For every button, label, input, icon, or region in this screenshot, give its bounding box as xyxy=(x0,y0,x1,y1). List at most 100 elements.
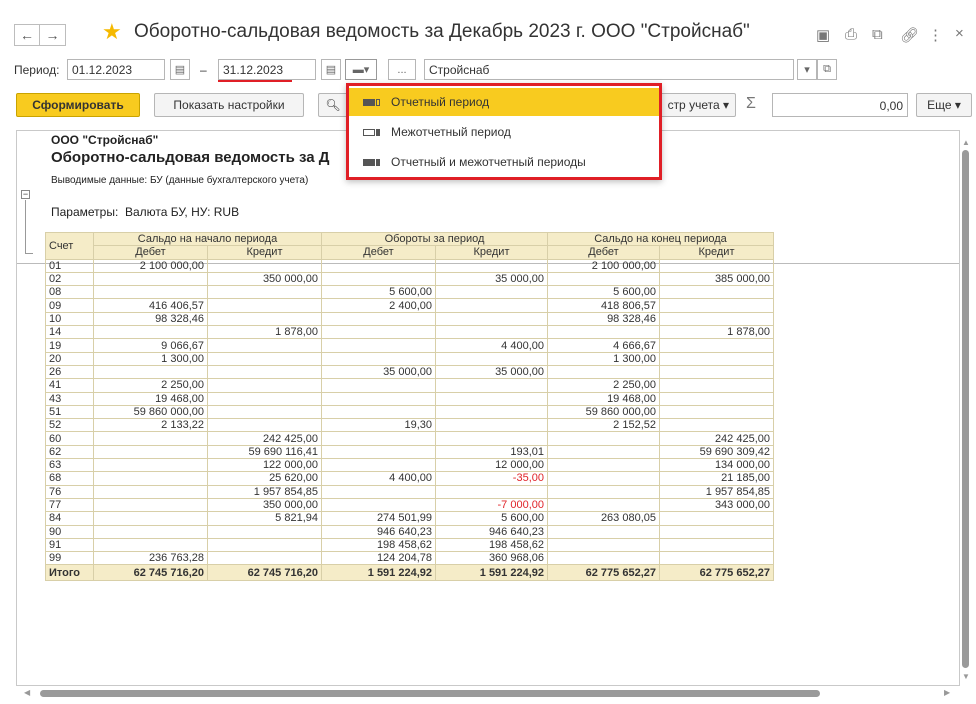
amount-cell xyxy=(207,351,322,366)
header-account: Счет xyxy=(45,232,94,260)
period-to-input[interactable]: 31.12.2023 xyxy=(218,59,316,80)
menu-item-interreporting-period[interactable]: Межотчетный период xyxy=(349,118,659,146)
link-icon[interactable]: 🔗︎ xyxy=(900,26,919,44)
organization-open-button[interactable]: ⧉ xyxy=(817,59,837,80)
more-label: Еще xyxy=(927,98,952,112)
amount-cell: 1 957 854,85 xyxy=(659,484,774,499)
amount-cell xyxy=(435,311,548,327)
generate-button[interactable]: Сформировать xyxy=(16,93,140,117)
scroll-down-icon[interactable]: ▼ xyxy=(962,672,970,681)
group-expander[interactable]: − xyxy=(21,190,30,199)
amount-cell xyxy=(659,551,774,566)
amount-cell xyxy=(93,431,208,446)
amount-cell xyxy=(659,378,774,393)
amount-cell xyxy=(659,524,774,539)
amount-cell xyxy=(547,431,660,446)
scroll-up-icon[interactable]: ▲ xyxy=(962,138,970,147)
amount-cell xyxy=(321,431,436,446)
table-row: 91 198 458,62 198 458,62 xyxy=(45,537,774,553)
show-settings-button[interactable]: Показать настройки xyxy=(154,93,304,117)
amount-cell xyxy=(207,311,322,327)
table-row: 90 946 640,23 946 640,23 xyxy=(45,524,774,539)
amount-cell: 2 250,00 xyxy=(547,378,660,393)
amount-cell: 416 406,57 xyxy=(93,298,208,313)
organization-dropdown-button[interactable]: ▾ xyxy=(797,59,817,80)
both-periods-icon xyxy=(363,158,381,166)
table-row: 76 1 957 854,85 1 957 854,85 xyxy=(45,484,774,499)
header-opening: Сальдо на начало периода xyxy=(93,231,322,247)
amount-cell: 350 000,00 xyxy=(207,497,322,513)
total-cell: 62 775 652,27 xyxy=(659,564,774,582)
report-output-info: Выводимые данные: БУ (данные бухгалтерск… xyxy=(51,175,309,186)
table-row: 41 2 250,00 2 250,00 xyxy=(45,378,774,393)
amount-cell: 35 000,00 xyxy=(321,364,436,380)
sum-value-field[interactable]: 0,00 xyxy=(772,93,908,117)
account-cell: 84 xyxy=(45,511,94,526)
period-select-button[interactable]: ... xyxy=(388,59,416,80)
search-icon: 🔍︎ xyxy=(325,98,341,112)
close-button[interactable]: × xyxy=(955,25,964,42)
chevron-down-icon: ▾ xyxy=(951,98,961,112)
account-cell: 20 xyxy=(45,351,94,366)
table-row: 08 5 600,00 5 600,00 xyxy=(45,285,774,300)
menu-dots-icon[interactable]: ⋮ xyxy=(928,26,943,44)
forward-button[interactable]: → xyxy=(40,24,66,46)
account-cell: 19 xyxy=(45,338,94,353)
menu-item-reporting-period[interactable]: Отчетный период xyxy=(349,88,659,116)
account-cell: 09 xyxy=(45,298,94,313)
amount-cell: 21 185,00 xyxy=(659,471,774,486)
account-cell: 02 xyxy=(45,271,94,287)
amount-cell: 198 458,62 xyxy=(321,537,436,553)
period-type-dropdown-button[interactable]: ▬▾ xyxy=(345,59,377,80)
save-icon[interactable]: ▣ xyxy=(816,26,830,44)
amount-cell xyxy=(659,298,774,313)
back-button[interactable]: ← xyxy=(14,24,40,46)
calendar-icon: ▤ xyxy=(325,64,337,76)
horizontal-scrollbar[interactable] xyxy=(40,690,820,697)
scroll-right-icon[interactable]: ▶ xyxy=(944,688,950,697)
amount-cell xyxy=(547,325,660,340)
amount-cell xyxy=(547,497,660,513)
amount-cell xyxy=(435,431,548,446)
scroll-left-icon[interactable]: ◀ xyxy=(24,688,30,697)
preview-icon[interactable]: ⧉ xyxy=(872,26,883,43)
favorite-star-icon[interactable]: ★ xyxy=(102,19,122,45)
amount-cell: 98 328,46 xyxy=(93,311,208,327)
amount-cell xyxy=(207,285,322,300)
amount-cell xyxy=(435,418,548,433)
more-button[interactable]: Еще ▾ xyxy=(916,93,972,117)
amount-cell: 4 400,00 xyxy=(435,338,548,353)
header-credit: Кредит xyxy=(435,245,548,260)
account-cell: 91 xyxy=(45,537,94,553)
table-row: 84 5 821,94 274 501,99 5 600,00 263 080,05 xyxy=(45,511,774,526)
search-button[interactable]: 🔍︎ xyxy=(318,93,348,117)
amount-cell xyxy=(93,497,208,513)
amount-cell: 946 640,23 xyxy=(321,524,436,539)
amount-cell xyxy=(659,285,774,300)
amount-cell xyxy=(547,537,660,553)
open-icon: ⧉ xyxy=(823,63,831,75)
print-icon[interactable]: ⎙ xyxy=(845,26,857,43)
organization-input[interactable]: Стройснаб xyxy=(424,59,794,80)
table-row: 26 35 000,00 35 000,00 xyxy=(45,364,774,380)
interreporting-period-icon xyxy=(363,128,381,136)
account-cell: 51 xyxy=(45,404,94,420)
amount-cell xyxy=(659,258,774,273)
amount-cell: 59 860 000,00 xyxy=(547,404,660,420)
vertical-scrollbar[interactable] xyxy=(962,150,969,668)
amount-cell: 2 133,22 xyxy=(93,418,208,433)
header-credit: Кредит xyxy=(207,245,322,260)
table-row: 68 25 620,00 4 400,00 -35,00 21 185,00 xyxy=(45,471,774,486)
report-area[interactable]: − ООО "Стройснаб" Оборотно-сальдовая вед… xyxy=(16,130,960,686)
calendar-to-button[interactable]: ▤ xyxy=(321,59,341,80)
amount-cell xyxy=(207,338,322,353)
menu-item-both-periods[interactable]: Отчетный и межотчетный периоды xyxy=(349,148,659,176)
period-from-input[interactable]: 01.12.2023 xyxy=(67,59,165,80)
amount-cell xyxy=(93,325,208,340)
amount-cell xyxy=(321,271,436,287)
calendar-from-button[interactable]: ▤ xyxy=(170,59,190,80)
account-cell: 08 xyxy=(45,285,94,300)
account-cell: 90 xyxy=(45,524,94,539)
amount-cell: -35,00 xyxy=(435,471,548,486)
amount-cell xyxy=(321,258,436,273)
